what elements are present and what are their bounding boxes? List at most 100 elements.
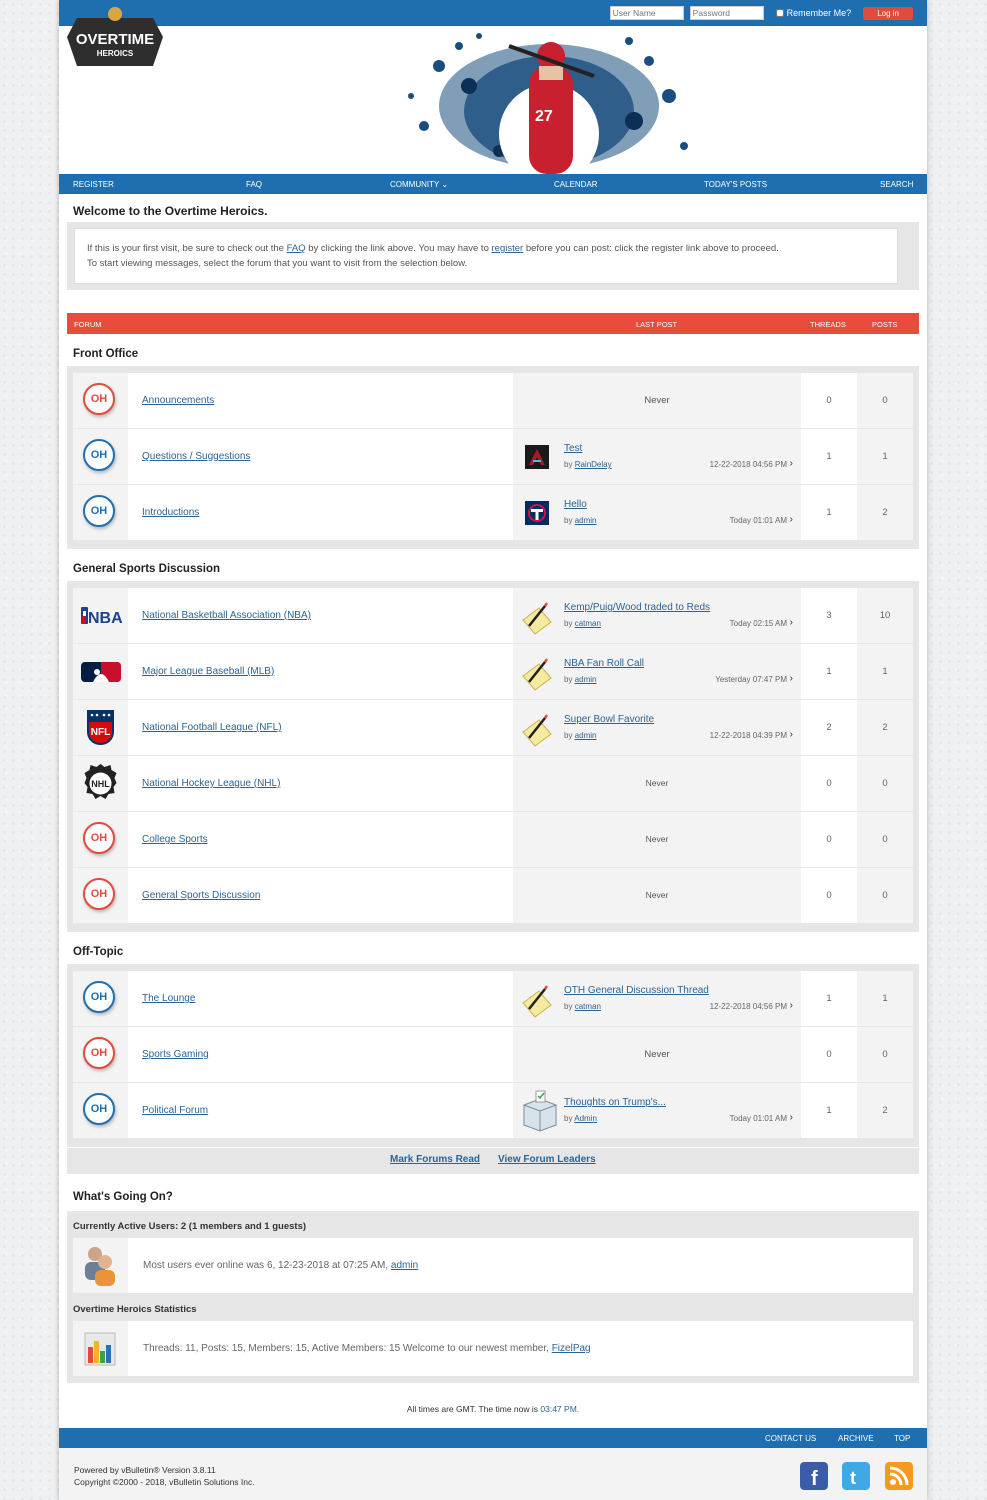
login-button[interactable]: Log in <box>863 6 913 20</box>
nav-calendar[interactable]: CALENDAR <box>554 180 598 189</box>
rss-icon[interactable] <box>885 1462 913 1490</box>
by-label: by <box>564 516 573 525</box>
post-count: 0 <box>857 756 913 811</box>
archive-link[interactable]: ARCHIVE <box>838 1434 874 1443</box>
mark-forums-read-link[interactable]: Mark Forums Read <box>390 1154 480 1165</box>
last-post-date: Yesterday 07:47 PM <box>715 675 787 684</box>
nav-register[interactable]: REGISTER <box>73 180 114 189</box>
go-to-last-post-icon[interactable]: › <box>790 673 793 684</box>
forum-name-link[interactable]: College Sports <box>142 834 208 845</box>
twitter-icon[interactable]: t <box>842 1462 870 1490</box>
last-post-user-link[interactable]: catman <box>575 1002 601 1011</box>
forum-name-link[interactable]: National Basketball Association (NBA) <box>142 610 311 621</box>
nav-todays-posts[interactable]: TODAY'S POSTS <box>704 180 767 189</box>
twins-logo-icon[interactable] <box>525 501 549 525</box>
thread-count: 1 <box>801 485 857 540</box>
nav-faq[interactable]: FAQ <box>246 180 262 189</box>
last-post-author: by admin <box>564 516 596 525</box>
forum-name-link[interactable]: Major League Baseball (MLB) <box>142 666 274 677</box>
remember-me-checkbox[interactable] <box>775 9 784 17</box>
forum-icon-cell: NBA <box>73 588 128 643</box>
go-to-last-post-icon[interactable]: › <box>790 514 793 525</box>
pencil-paper-icon[interactable] <box>519 656 555 692</box>
go-to-last-post-icon[interactable]: › <box>790 617 793 628</box>
forum-name-link[interactable]: General Sports Discussion <box>142 890 260 901</box>
last-post-user-link[interactable]: Admin <box>574 1114 597 1123</box>
category-box: OH The Lounge OTH General Discussion Threa… <box>67 964 919 1147</box>
category-title[interactable]: General Sports Discussion <box>73 563 220 575</box>
svg-text:NBA: NBA <box>88 610 123 627</box>
forum-name-link[interactable]: The Lounge <box>142 993 195 1004</box>
forum-name-link[interactable]: National Football League (NFL) <box>142 722 282 733</box>
category-title[interactable]: Off-Topic <box>73 946 123 958</box>
last-post-user-link[interactable]: admin <box>575 675 597 684</box>
last-post-title-link[interactable]: Test <box>564 443 582 454</box>
category-box: NBA National Basketball Association (NBA)… <box>67 581 919 932</box>
diamondbacks-logo-icon[interactable] <box>525 445 549 469</box>
active-users-text: Most users ever online was 6, 12-23-2018… <box>143 1260 418 1271</box>
site-logo[interactable]: OVERTIME HEROICS <box>65 4 165 70</box>
col-threads: THREADS <box>810 320 846 329</box>
forum-row: NBA National Basketball Association (NBA)… <box>73 588 913 643</box>
last-post-never: Never <box>645 834 669 844</box>
category-title[interactable]: Front Office <box>73 348 138 360</box>
last-post-user-link[interactable]: admin <box>575 731 597 740</box>
newest-member-link[interactable]: FizelPag <box>552 1343 591 1354</box>
last-post-title-link[interactable]: NBA Fan Roll Call <box>564 658 644 669</box>
last-post-title-link[interactable]: Hello <box>564 499 587 510</box>
last-post-date: Today 02:15 AM <box>729 619 787 628</box>
post-count: 1 <box>857 971 913 1026</box>
forum-row: OH Announcements Never 0 0 <box>73 373 913 428</box>
oh-blue-icon: OH <box>83 439 115 471</box>
last-post-title-link[interactable]: Kemp/Puig/Wood traded to Reds <box>564 602 710 613</box>
post-count: 0 <box>857 1027 913 1082</box>
welcome-line1: If this is your first visit, be sure to … <box>87 241 897 256</box>
last-post-title-link[interactable]: Super Bowl Favorite <box>564 714 654 725</box>
last-post-author: by admin <box>564 731 596 740</box>
top-link[interactable]: TOP <box>894 1434 910 1443</box>
active-user-link[interactable]: admin <box>391 1260 418 1271</box>
pencil-paper-icon[interactable] <box>519 600 555 636</box>
oh-red-icon: OH <box>83 383 115 415</box>
nav-search[interactable]: SEARCH <box>880 180 913 189</box>
forum-name-link[interactable]: Sports Gaming <box>142 1049 209 1060</box>
last-post-user-link[interactable]: catman <box>575 619 601 628</box>
forum-name-link[interactable]: National Hockey League (NHL) <box>142 778 280 789</box>
login-form: Remember Me? Log in <box>609 6 913 20</box>
facebook-icon[interactable]: f <box>800 1462 828 1490</box>
last-post-user-link[interactable]: RainDelay <box>575 460 612 469</box>
oh-blue-icon: OH <box>83 981 115 1013</box>
go-to-last-post-icon[interactable]: › <box>790 729 793 740</box>
register-link[interactable]: register <box>492 243 524 254</box>
forum-name-link[interactable]: Questions / Suggestions <box>142 451 250 462</box>
ballot-box-icon[interactable] <box>520 1089 560 1133</box>
forum-name-link[interactable]: Political Forum <box>142 1105 208 1116</box>
nav-community-label: COMMUNITY <box>390 180 440 189</box>
faq-link[interactable]: FAQ <box>287 243 306 254</box>
copyright-text: Copyright ©2000 - 2018, vBulletin Soluti… <box>74 1477 255 1487</box>
go-to-last-post-icon[interactable]: › <box>790 1112 793 1123</box>
password-input[interactable] <box>689 6 764 20</box>
last-post-cell: Never <box>513 812 801 867</box>
last-post-title-link[interactable]: OTH General Discussion Thread <box>564 985 709 996</box>
last-post-never: Never <box>645 778 669 788</box>
last-post-user-link[interactable]: admin <box>575 516 597 525</box>
go-to-last-post-icon[interactable]: › <box>790 1000 793 1011</box>
post-count: 2 <box>857 700 913 755</box>
nav-community[interactable]: COMMUNITY ⌄ <box>390 180 448 189</box>
oh-red-icon: OH <box>83 1037 115 1069</box>
svg-text:NFL: NFL <box>91 727 110 738</box>
pencil-paper-icon[interactable] <box>519 712 555 748</box>
view-forum-leaders-link[interactable]: View Forum Leaders <box>498 1154 596 1165</box>
forum-row: OH College Sports Never 0 0 <box>73 812 913 867</box>
last-post-cell: Never <box>513 1027 801 1082</box>
go-to-last-post-icon[interactable]: › <box>790 458 793 469</box>
username-input[interactable] <box>609 6 684 20</box>
contact-us-link[interactable]: CONTACT US <box>765 1434 816 1443</box>
forum-name-link[interactable]: Introductions <box>142 507 199 518</box>
last-post-title-link[interactable]: Thoughts on Trump's... <box>564 1097 666 1108</box>
pencil-paper-icon[interactable] <box>519 983 555 1019</box>
chevron-down-icon: ⌄ <box>441 180 449 189</box>
forum-name-link[interactable]: Announcements <box>142 395 214 406</box>
logo-line1: OVERTIME <box>76 31 154 48</box>
